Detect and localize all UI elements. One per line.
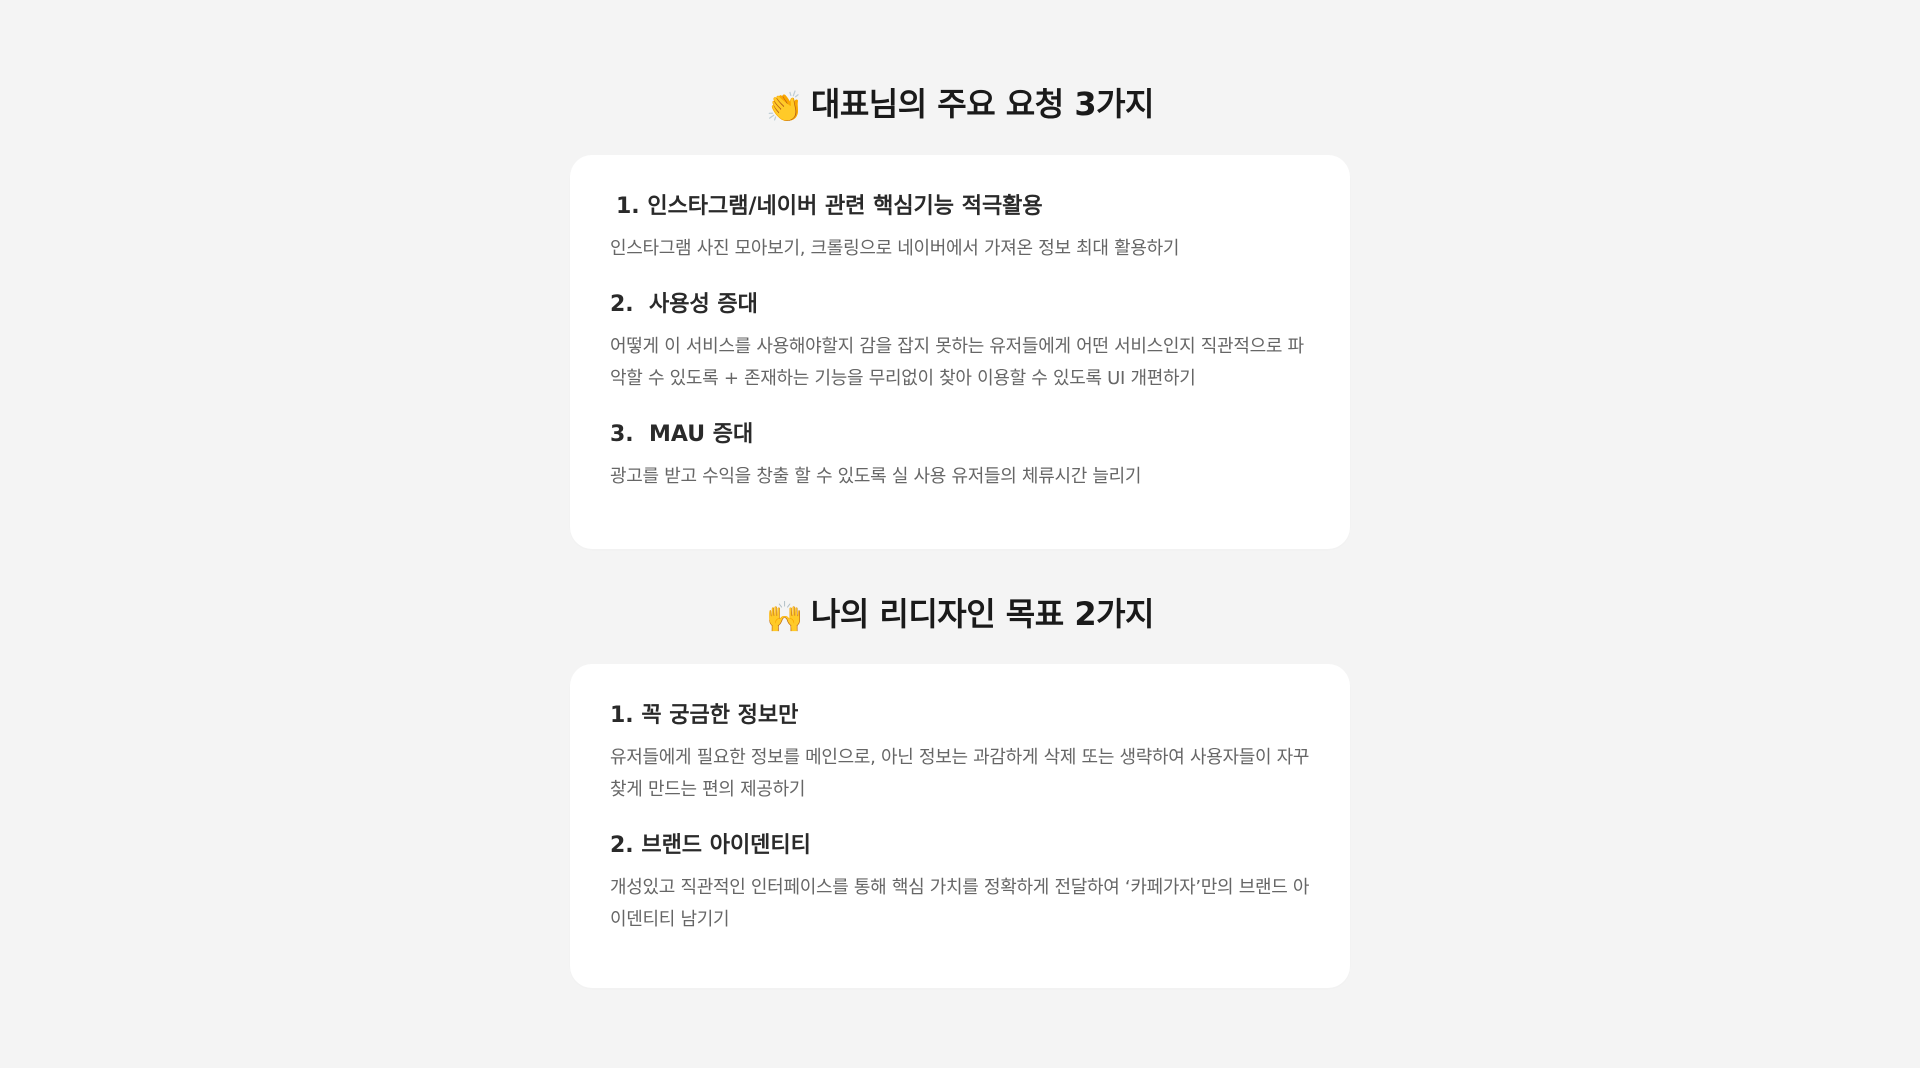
item-body: 어떻게 이 서비스를 사용해야할지 감을 잡지 못하는 유저들에게 어떤 서비스… xyxy=(610,336,1304,389)
item-heading: 2. 사용성 증대 xyxy=(610,292,758,317)
item-heading: 1. 꼭 궁금한 정보만 xyxy=(610,703,799,728)
section-title-goals: 🙌 나의 리디자인 목표 2가지 xyxy=(0,592,1920,640)
list-item: 2. 사용성 증대 어떻게 이 서비스를 사용해야할지 감을 잡지 못하는 유저… xyxy=(610,289,1310,395)
requests-card: 1. 인스타그램/네이버 관련 핵심기능 적극활용 인스타그램 사진 모아보기,… xyxy=(570,155,1350,549)
raising-hands-icon: 🙌 xyxy=(766,600,803,635)
item-heading: 1. 인스타그램/네이버 관련 핵심기능 적극활용 xyxy=(616,194,1043,219)
clapping-hands-icon: 👏 xyxy=(766,90,803,125)
section-title-text: 대표님의 주요 요청 3가지 xyxy=(810,85,1155,123)
list-item: 3. MAU 증대 광고를 받고 수익을 창출 할 수 있도록 실 사용 유저들… xyxy=(610,419,1310,493)
goals-card: 1. 꼭 궁금한 정보만 유저들에게 필요한 정보를 메인으로, 아닌 정보는 … xyxy=(570,664,1350,988)
list-item: 2. 브랜드 아이덴티티 개성있고 직관적인 인터페이스를 통해 핵심 가치를 … xyxy=(610,830,1310,936)
item-body: 광고를 받고 수익을 창출 할 수 있도록 실 사용 유저들의 체류시간 늘리기 xyxy=(610,466,1142,487)
page: 👏 대표님의 주요 요청 3가지 1. 인스타그램/네이버 관련 핵심기능 적극활… xyxy=(0,0,1920,1068)
item-heading: 3. MAU 증대 xyxy=(610,422,754,447)
item-body: 유저들에게 필요한 정보를 메인으로, 아닌 정보는 과감하게 삭제 또는 생략… xyxy=(610,747,1310,800)
list-item: 1. 꼭 궁금한 정보만 유저들에게 필요한 정보를 메인으로, 아닌 정보는 … xyxy=(610,700,1310,806)
item-heading: 2. 브랜드 아이덴티티 xyxy=(610,833,811,858)
section-title-requests: 👏 대표님의 주요 요청 3가지 xyxy=(0,82,1920,130)
item-body: 개성있고 직관적인 인터페이스를 통해 핵심 가치를 정확하게 전달하여 ‘카페… xyxy=(610,877,1310,930)
item-body: 인스타그램 사진 모아보기, 크롤링으로 네이버에서 가져온 정보 최대 활용하… xyxy=(610,238,1180,259)
list-item: 1. 인스타그램/네이버 관련 핵심기능 적극활용 인스타그램 사진 모아보기,… xyxy=(610,191,1310,265)
section-title-text: 나의 리디자인 목표 2가지 xyxy=(810,595,1155,633)
